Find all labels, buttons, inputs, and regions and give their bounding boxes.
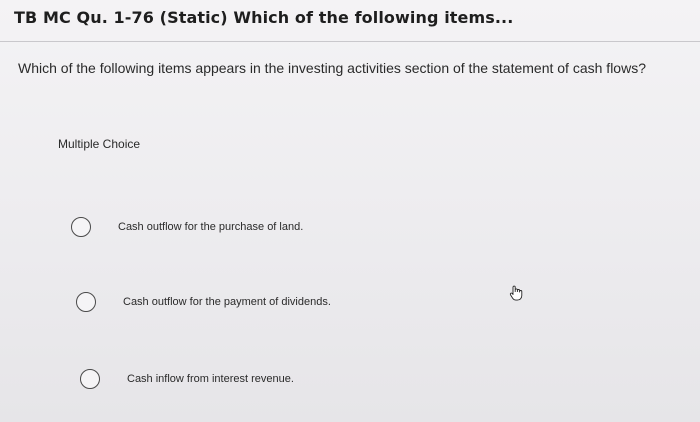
- answer-option-c-label: Cash inflow from interest revenue.: [127, 373, 294, 385]
- answer-option-b[interactable]: Cash outflow for the payment of dividend…: [76, 292, 331, 312]
- hand-pointer-icon: [509, 285, 523, 301]
- radio-button-b[interactable]: [76, 292, 96, 312]
- question-page: TB MC Qu. 1-76 (Static) Which of the fol…: [0, 0, 700, 422]
- answer-option-c[interactable]: Cash inflow from interest revenue.: [80, 369, 294, 389]
- page-title: TB MC Qu. 1-76 (Static) Which of the fol…: [14, 8, 514, 27]
- question-text: Which of the following items appears in …: [18, 60, 646, 76]
- radio-button-c[interactable]: [80, 369, 100, 389]
- answer-option-a-label: Cash outflow for the purchase of land.: [118, 221, 304, 233]
- header-divider: [0, 41, 700, 42]
- answer-option-a[interactable]: Cash outflow for the purchase of land.: [71, 217, 303, 237]
- answer-option-b-label: Cash outflow for the payment of dividend…: [123, 296, 331, 308]
- question-type-label: Multiple Choice: [58, 137, 141, 151]
- radio-button-a[interactable]: [71, 217, 91, 237]
